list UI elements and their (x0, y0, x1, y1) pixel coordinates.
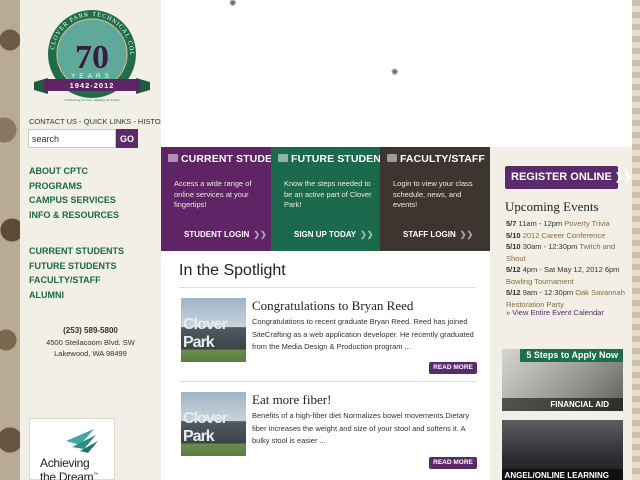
nav-alumni[interactable]: ALUMNI (29, 288, 124, 303)
primary-nav: ABOUT CPTC PROGRAMS CAMPUS SERVICES INFO… (29, 164, 119, 222)
chevron-right-icon: ❯❯ (614, 172, 632, 183)
panel-current-students[interactable]: CURRENT STUDENTS Access a wide range of … (161, 147, 293, 251)
student-login-button[interactable]: STUDENT LOGIN ❯❯ (184, 230, 267, 239)
contact-us-link[interactable]: CONTACT US (29, 117, 77, 126)
briefcase-icon (387, 154, 397, 162)
nav-programs[interactable]: PROGRAMS (29, 179, 119, 194)
spotlight-section: In the Spotlight Clover Park Congratulat… (161, 251, 490, 480)
chevron-right-icon: ❯❯ (360, 230, 374, 239)
chevron-right-icon: ❯❯ (253, 230, 267, 239)
speech-bubble-icon (168, 154, 178, 162)
promo-label: FINANCIAL AID (502, 398, 623, 411)
panel-description: Know the steps needed to be an active pa… (284, 179, 372, 209)
story-thumbnail[interactable]: Clover Park (181, 392, 246, 456)
logo-number: 70 (75, 39, 109, 76)
left-background (0, 0, 20, 480)
nav-future-students[interactable]: FUTURE STUDENTS (29, 259, 124, 274)
address-line-2: Lakewood, WA 98499 (54, 349, 127, 358)
promo-headline: 5 Steps to Apply Now (520, 349, 623, 362)
event-item[interactable]: 5/10 30am - 12:30pm Twitch and Shout (506, 241, 626, 264)
achieving-the-dream-text: Achieving the Dream™ (40, 456, 99, 480)
divider (179, 287, 476, 288)
events-list: 5/7 11am - 12pm Poverty Trivia 5/10 2012… (506, 218, 626, 310)
staff-login-button[interactable]: STAFF LOGIN ❯❯ (403, 230, 473, 239)
audience-nav: CURRENT STUDENTS FUTURE STUDENTS FACULTY… (29, 244, 124, 302)
hero-slideshow[interactable]: ✺ ✺ (161, 0, 632, 147)
event-item[interactable]: 5/12 4pm - Sat May 12, 2012 6pm Bowling … (506, 264, 626, 287)
read-more-button[interactable]: READ MORE ❯❯ (429, 362, 477, 383)
logo-years-text: YEARS (71, 73, 113, 80)
nav-current-students[interactable]: CURRENT STUDENTS (29, 244, 124, 259)
view-event-calendar-link[interactable]: » View Entire Event Calendar (506, 308, 604, 317)
college-70-years-logo[interactable]: CLOVER PARK TECHNICAL COLLEGE 70 YEARS 1… (27, 3, 154, 108)
event-item[interactable]: 5/10 2012 Career Conference (506, 230, 626, 242)
search-input[interactable] (28, 129, 116, 148)
left-sidebar: CLOVER PARK TECHNICAL COLLEGE 70 YEARS 1… (20, 0, 171, 480)
divider (179, 381, 476, 382)
story-body: Benefits of a high-fiber diet Normalizes… (252, 411, 470, 445)
address-line-1: 4500 Steilacoom Blvd. SW (46, 337, 135, 347)
story-title[interactable]: Eat more fiber! (252, 392, 331, 408)
achieving-the-dream-icon (66, 429, 98, 453)
quick-links-link[interactable]: QUICK LINKS (84, 117, 132, 126)
spotlight-title: In the Spotlight (179, 262, 286, 279)
nav-info-resources[interactable]: INFO & RESOURCES (29, 208, 119, 223)
logo-tagline: Celebrating the Past, Shaping the Future (64, 98, 120, 103)
loading-spinner-icon: ✺ (229, 0, 237, 8)
panel-faculty-staff[interactable]: FACULTY/STAFF Login to view your class s… (380, 147, 490, 251)
nav-about-cptc[interactable]: ABOUT CPTC (29, 164, 119, 179)
financial-aid-promo[interactable]: 5 Steps to Apply Now FINANCIAL AID (502, 349, 623, 411)
nav-campus-services[interactable]: CAMPUS SERVICES (29, 193, 119, 208)
chevron-right-icon: ❯❯ (459, 230, 474, 239)
event-item[interactable]: 5/7 11am - 12pm Poverty Trivia (506, 218, 626, 230)
angel-online-learning-promo[interactable]: ANGEL/ONLINE LEARNING (502, 420, 623, 480)
story-title[interactable]: Congratulations to Bryan Reed (252, 298, 413, 314)
nav-faculty-staff[interactable]: FACULTY/STAFF (29, 273, 124, 288)
achieving-the-dream-badge[interactable]: Achieving the Dream™ (29, 418, 115, 480)
panel-title: FACULTY/STAFF (400, 153, 485, 165)
phone-number: (253) 589-5800 (63, 326, 118, 335)
events-title: Upcoming Events (505, 199, 599, 214)
contact-info: (253) 589-5800 4500 Steilacoom Blvd. SW … (20, 325, 161, 360)
sign-up-today-button[interactable]: SIGN UP TODAY ❯❯ (294, 230, 374, 239)
loading-spinner-icon: ✺ (391, 67, 399, 77)
right-sidebar: REGISTER ONLINE ❯❯ Upcoming Events 5/7 11… (490, 147, 632, 480)
story-thumbnail[interactable]: Clover Park (181, 298, 246, 362)
promo-label: ANGEL/ONLINE LEARNING (502, 469, 623, 480)
event-item[interactable]: 5/12 9am - 12:30pm Oak Savannah Restorat… (506, 287, 626, 310)
arrow-icon (278, 154, 288, 162)
logo-dates: 1942-2012 (70, 81, 115, 90)
audience-panels: CURRENT STUDENTS Access a wide range of … (161, 147, 490, 251)
panel-description: Login to view your class schedule, news,… (393, 179, 473, 209)
panel-description: Access a wide range of online services a… (174, 179, 252, 209)
search-form: GO (28, 129, 138, 148)
register-online-button[interactable]: REGISTER ONLINE ❯❯ (505, 166, 632, 189)
search-go-button[interactable]: GO (116, 129, 138, 148)
read-more-button[interactable]: READ MORE ❯❯ (429, 457, 477, 478)
top-links: CONTACT US - QUICK LINKS - HISTORY (29, 117, 171, 126)
panel-future-students[interactable]: FUTURE STUDENTS Know the steps needed to… (271, 147, 394, 251)
story-body: Congratulations to recent graduate Bryan… (252, 317, 474, 351)
